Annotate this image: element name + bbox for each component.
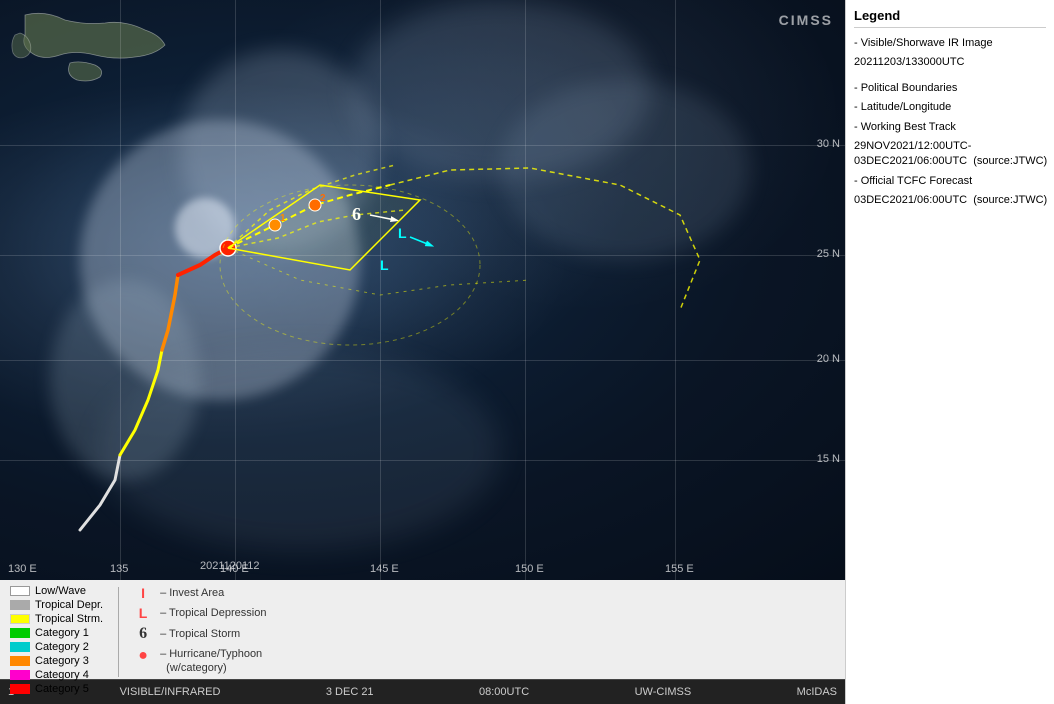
grid-line-140e: [235, 0, 236, 580]
legend-lat-lon: - Latitude/Longitude: [854, 100, 1046, 115]
legend-timestamp: 20211203/133000UTC: [854, 55, 1046, 70]
software-label: McIDAS: [797, 686, 837, 698]
main-container: 30 N 25 N 20 N 15 N 130 E 135 140 E 2021…: [0, 0, 1054, 704]
grid-line-155e: [675, 0, 676, 580]
legend-title: Legend: [854, 8, 1046, 28]
lat-label-15n: 15 N: [817, 453, 840, 465]
legend-cat2: Category 2: [10, 641, 103, 653]
lat-label-20n: 20 N: [817, 353, 840, 365]
right-panel: Legend - Visible/Shorwave IR Image 20211…: [845, 0, 1054, 704]
lat-label-25n: 25 N: [817, 248, 840, 260]
cimss-watermark: CIMSS: [779, 12, 833, 28]
lon-label-150e: 150 E: [515, 563, 544, 575]
date-label: 3 DEC 21: [326, 686, 374, 698]
grid-line-135e: [120, 0, 121, 580]
time-label: 08:00UTC: [479, 686, 529, 698]
intensity-scale-legend: Low/Wave Tropical Depr. Tropical Strm. C…: [10, 585, 103, 695]
lat-label-30n: 30 N: [817, 138, 840, 150]
legend-hurricane-symbol: ● – Hurricane/Typhoon (w/category): [134, 647, 266, 676]
legend-cat1: Category 1: [10, 627, 103, 639]
grid-container: 30 N 25 N 20 N 15 N 130 E 135 140 E 2021…: [0, 0, 845, 580]
grid-line-20n: [0, 360, 845, 361]
legend-ts-symbol: 6 – Tropical Storm: [134, 625, 266, 643]
legend-visible-ir: - Visible/Shorwave IR Image: [854, 36, 1046, 51]
lon-label-130e: 130 E: [8, 563, 37, 575]
legend-best-track-dates: 29NOV2021/12:00UTC-03DEC2021/06:00UTC (s…: [854, 139, 1046, 170]
legend-low-wave: Low/Wave: [10, 585, 103, 597]
legend-cat4: Category 4: [10, 669, 103, 681]
legend-tcfc-dates: 03DEC2021/06:00UTC (source:JTWC): [854, 193, 1046, 208]
lon-label-timestamp: 2021120112: [200, 560, 260, 572]
image-type-label: VISIBLE/INFRARED: [120, 686, 221, 698]
lon-label-145e: 145 E: [370, 563, 399, 575]
legend-invest: I – Invest Area: [134, 585, 266, 601]
grid-line-15n: [0, 460, 845, 461]
legend-bottom-panel: Low/Wave Tropical Depr. Tropical Strm. C…: [0, 580, 845, 679]
grid-line-145e: [380, 0, 381, 580]
lon-label-135: 135: [110, 563, 128, 575]
legend-cat3: Category 3: [10, 655, 103, 667]
legend-official-tcfc: - Official TCFC Forecast: [854, 174, 1046, 189]
legend-tropical-strm: Tropical Strm.: [10, 613, 103, 625]
source-label: UW-CIMSS: [635, 686, 692, 698]
grid-line-150e: [525, 0, 526, 580]
grid-line-25n: [0, 255, 845, 256]
legend-td-symbol: L – Tropical Depression: [134, 605, 266, 621]
map-section: 30 N 25 N 20 N 15 N 130 E 135 140 E 2021…: [0, 0, 845, 704]
legend-tropical-depr: Tropical Depr.: [10, 599, 103, 611]
symbol-legend: I – Invest Area L – Tropical Depression …: [134, 585, 266, 676]
lon-label-155e: 155 E: [665, 563, 694, 575]
legend-working-best: - Working Best Track: [854, 120, 1046, 135]
grid-line-30n: [0, 145, 845, 146]
legend-political: - Political Boundaries: [854, 81, 1046, 96]
legend-cat5: Category 5: [10, 683, 103, 695]
bottom-info-bar: 1 VISIBLE/INFRARED 3 DEC 21 08:00UTC UW-…: [0, 679, 845, 704]
